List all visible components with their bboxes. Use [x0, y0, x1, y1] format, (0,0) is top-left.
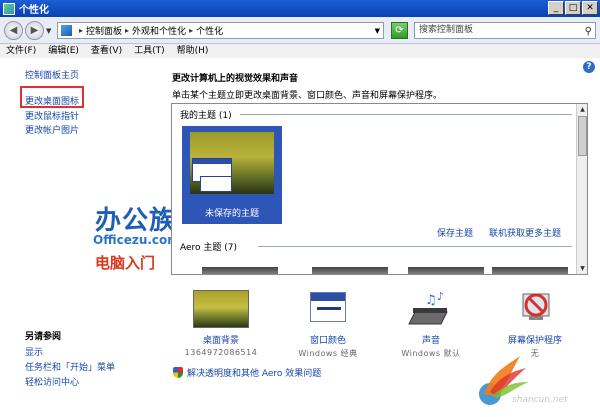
aero-theme-thumb[interactable] — [408, 267, 484, 274]
see-also-heading: 另请参阅 — [25, 332, 62, 342]
address-history-chevron-down-icon[interactable]: ▼ — [375, 27, 380, 35]
window-color-icon — [300, 290, 356, 328]
see-also-display-link[interactable]: 显示 — [25, 345, 43, 358]
unsaved-theme-tile[interactable]: 未保存的主题 — [182, 126, 282, 224]
back-button[interactable]: ◀ — [4, 21, 23, 40]
search-placeholder: 搜索控制面板 — [419, 25, 474, 35]
aero-theme-thumb[interactable] — [312, 267, 388, 274]
option-label: 桌面背景 — [202, 336, 239, 346]
aero-theme-thumb[interactable] — [492, 267, 568, 274]
menu-edit[interactable]: 编辑(E) — [48, 44, 79, 58]
menu-view[interactable]: 查看(V) — [91, 44, 122, 58]
my-themes-group-label: 我的主题 (1) — [180, 111, 232, 121]
scroll-down-arrow-icon[interactable]: ▼ — [577, 263, 587, 274]
option-value: Windows 经典 — [298, 349, 358, 358]
screensaver-icon — [507, 290, 563, 328]
theme-list-scrollbar[interactable]: ▲ ▼ — [576, 104, 587, 274]
see-also-taskbar-link[interactable]: 任务栏和「开始」菜单 — [25, 360, 115, 373]
control-panel-icon — [61, 25, 72, 36]
unsaved-theme-label: 未保存的主题 — [204, 209, 259, 219]
option-label: 声音 — [421, 336, 440, 346]
aero-troubleshoot-link[interactable]: 解决透明度和其他 Aero 效果问题 — [173, 366, 321, 379]
see-also-ease-of-access-link[interactable]: 轻松访问中心 — [25, 375, 79, 388]
help-icon[interactable]: ? — [583, 61, 595, 73]
scroll-thumb[interactable] — [578, 116, 587, 156]
breadcrumb-separator-icon: ▸ — [125, 26, 130, 35]
search-icon[interactable]: ⚲ — [585, 24, 592, 39]
group-divider — [258, 246, 572, 247]
page-description: 单击某个主题立即更改桌面背景、窗口颜色、声音和屏幕保护程序。 — [172, 91, 443, 101]
menu-bar: 文件(F) 编辑(E) 查看(V) 工具(T) 帮助(H) — [0, 44, 600, 58]
breadcrumb-separator-icon: ▸ — [79, 26, 84, 35]
maximize-button[interactable]: □ — [565, 1, 581, 15]
scroll-up-arrow-icon[interactable]: ▲ — [577, 104, 587, 115]
window-controls: _ □ ✕ — [548, 1, 598, 15]
screensaver-option[interactable]: 屏幕保护程序 无 — [497, 290, 573, 359]
get-more-themes-link[interactable]: 联机获取更多主题 — [489, 226, 561, 239]
sound-option[interactable]: ♫ ♪ 声音 Windows 默认 — [393, 290, 469, 359]
theme-window-preview-secondary — [200, 176, 232, 192]
option-value: Windows 默认 — [401, 349, 461, 358]
personalization-app-icon — [3, 2, 15, 15]
title-bar: 个性化 _ □ ✕ — [0, 0, 600, 17]
svg-text:♪: ♪ — [437, 290, 444, 303]
change-desktop-icons-link[interactable]: 更改桌面图标 — [25, 94, 79, 107]
theme-list[interactable]: 我的主题 (1) 未保存的主题 Aero 主题 (7) ▲ ▼ — [171, 103, 588, 275]
corner-watermark-text: shancun.net — [512, 395, 568, 405]
option-label: 窗口颜色 — [309, 336, 346, 346]
breadcrumb-appearance[interactable]: 外观和个性化 — [132, 24, 186, 37]
svg-text:♫: ♫ — [425, 293, 437, 308]
option-label: 屏幕保护程序 — [507, 336, 562, 346]
aero-theme-thumb[interactable] — [202, 267, 278, 274]
refresh-button[interactable]: ⟳ — [391, 22, 408, 39]
minimize-button[interactable]: _ — [548, 1, 564, 15]
menu-file[interactable]: 文件(F) — [6, 44, 36, 58]
page-title: 更改计算机上的视觉效果和声音 — [172, 74, 299, 84]
change-mouse-pointers-link[interactable]: 更改鼠标指针 — [25, 109, 79, 122]
watermark-slogan: 电脑入门 — [95, 254, 156, 272]
watermark-brand-cn: 办公族 — [95, 206, 177, 236]
window-color-option[interactable]: 窗口颜色 Windows 经典 — [290, 290, 366, 359]
forward-button[interactable]: ▶ — [25, 21, 44, 40]
breadcrumb-control-panel[interactable]: 控制面板 — [86, 24, 122, 37]
uac-shield-icon — [173, 367, 183, 378]
control-panel-home-link[interactable]: 控制面板主页 — [25, 68, 79, 81]
menu-help[interactable]: 帮助(H) — [177, 44, 209, 58]
group-divider — [240, 114, 572, 115]
address-toolbar: ◀ ▶ ▼ ▸ 控制面板 ▸ 外观和个性化 ▸ 个性化 ▼ ⟳ 搜索控制面板 ⚲ — [0, 17, 600, 44]
option-value: 1364972086514 — [184, 348, 258, 357]
menu-tools[interactable]: 工具(T) — [134, 44, 165, 58]
breadcrumb-personalization[interactable]: 个性化 — [196, 24, 223, 37]
aero-themes-group-label: Aero 主题 (7) — [180, 243, 238, 253]
breadcrumb-separator-icon: ▸ — [189, 26, 194, 35]
window-title: 个性化 — [19, 5, 49, 16]
save-theme-link[interactable]: 保存主题 — [437, 226, 473, 239]
desktop-background-option[interactable]: 桌面背景 1364972086514 — [183, 290, 259, 357]
troubleshoot-label: 解决透明度和其他 Aero 效果问题 — [187, 369, 322, 379]
search-input[interactable]: 搜索控制面板 ⚲ — [414, 22, 596, 39]
close-button[interactable]: ✕ — [582, 1, 598, 15]
address-bar[interactable]: ▸ 控制面板 ▸ 外观和个性化 ▸ 个性化 ▼ — [57, 22, 384, 39]
recent-pages-chevron-down-icon[interactable]: ▼ — [46, 27, 51, 35]
watermark-brand-en: Officezu.com — [93, 233, 180, 247]
sound-icon: ♫ ♪ — [403, 290, 459, 328]
desktop-background-icon — [193, 290, 249, 328]
change-account-picture-link[interactable]: 更改帐户图片 — [25, 123, 79, 136]
